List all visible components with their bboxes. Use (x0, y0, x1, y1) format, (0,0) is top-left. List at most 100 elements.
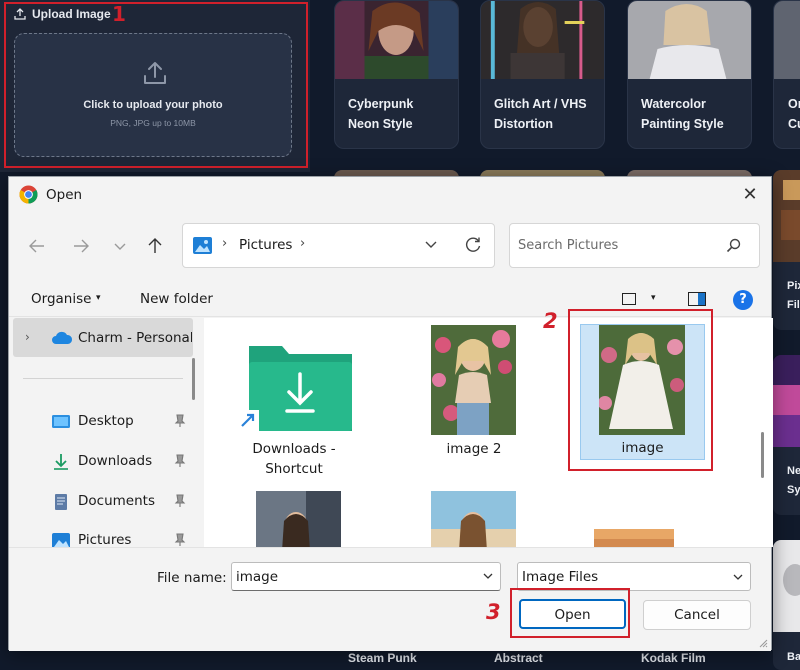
style-card-ba[interactable]: Ba (773, 540, 800, 670)
style-card-label: Ne Sy (787, 465, 800, 496)
arrow-right-icon (74, 239, 89, 253)
view-options-icon[interactable] (622, 293, 636, 305)
sidebar-item-downloads[interactable]: Downloads (49, 450, 189, 474)
sidebar-item-label: Documents (78, 493, 155, 509)
sidebar-divider (23, 378, 183, 379)
style-card-ne[interactable]: Ne Sy (773, 355, 800, 515)
file-type-value: Image Files (522, 569, 599, 585)
sidebar-item-onedrive[interactable]: › Charm - Personal (13, 318, 193, 357)
annotation-step-1: 1 (112, 2, 126, 26)
style-card-glitch-art[interactable]: Glitch Art / VHS Distortion (480, 0, 605, 149)
style-card-label: Watercolor Painting Style (641, 97, 724, 131)
watercolor-thumbnail (628, 1, 751, 79)
desktop-icon (52, 415, 70, 428)
breadcrumb-separator[interactable]: › (300, 236, 305, 251)
forward-button[interactable] (70, 235, 92, 257)
arrow-left-icon (29, 239, 44, 253)
file-type-select[interactable]: Image Files (517, 562, 751, 591)
glitch-art-thumbnail (481, 1, 604, 79)
breadcrumb-separator: › (222, 236, 228, 251)
pin-icon (174, 414, 186, 427)
downloads-icon (54, 454, 68, 470)
documents-icon (55, 494, 67, 510)
style-card-label: PixFil (787, 280, 800, 311)
file-list-scrollbar[interactable] (761, 432, 764, 478)
style-card-pix[interactable]: PixFil (773, 170, 800, 330)
file-thumbnail-row2-1[interactable] (256, 491, 341, 547)
annotation-box-upload (4, 2, 308, 168)
new-folder-button[interactable]: New folder (140, 291, 213, 307)
chevron-down-icon[interactable] (732, 571, 744, 583)
style-card-label: Ba (787, 651, 800, 663)
chevron-right-icon[interactable]: › (25, 330, 30, 344)
chrome-icon (19, 185, 38, 204)
sidebar-item-desktop[interactable]: Desktop (49, 410, 189, 434)
file-item-downloads-shortcut[interactable]: Downloads - Shortcut (229, 326, 359, 477)
style-card-cyberpunk[interactable]: Cyberpunk Neon Style (334, 0, 459, 149)
ba-thumbnail (773, 540, 800, 632)
onedrive-cloud-icon (52, 331, 73, 344)
chevron-down-icon (114, 243, 126, 250)
style-card-partial[interactable]: OrCu (773, 0, 800, 149)
navigation-bar: › Pictures › Search Pictures (9, 223, 771, 269)
cyberpunk-thumbnail (335, 1, 458, 79)
sidebar-item-label: Charm - Personal (78, 330, 192, 346)
chevron-down-icon[interactable] (482, 570, 494, 582)
sidebar-item-label: Downloads (78, 453, 153, 469)
file-name: image 2 (446, 441, 502, 457)
style-card-label: OrCu (788, 97, 800, 131)
search-placeholder: Search Pictures (518, 238, 619, 253)
file-thumbnail-row2-2[interactable] (431, 491, 516, 547)
cancel-button[interactable]: Cancel (643, 600, 751, 630)
style-label-steam-punk: Steam Punk (348, 651, 417, 665)
organise-menu[interactable]: Organise (31, 291, 91, 307)
up-button[interactable] (144, 235, 166, 257)
sidebar-item-label: Desktop (78, 413, 134, 429)
file-item-image-2[interactable]: image 2 (414, 325, 534, 466)
style-card-label: Cyberpunk Neon Style (348, 97, 414, 131)
sidebar-item-label: Pictures (78, 532, 132, 548)
navigation-pane: › Charm - Personal Desktop Downloads Doc… (9, 318, 197, 549)
dialog-title: Open (46, 187, 83, 203)
partial-thumbnail (774, 1, 800, 79)
style-card-label: Glitch Art / VHS Distortion (494, 97, 587, 131)
resize-grip-icon[interactable] (758, 638, 768, 648)
annotation-step-2: 2 (543, 309, 558, 333)
caret-down-icon[interactable]: ▾ (651, 293, 656, 303)
breadcrumb-pictures[interactable]: Pictures (239, 237, 292, 253)
caret-down-icon[interactable]: ▾ (96, 293, 101, 303)
refresh-icon[interactable] (464, 236, 482, 254)
search-box[interactable]: Search Pictures (509, 223, 760, 268)
arrow-up-icon (148, 238, 162, 253)
folder-shortcut-icon (237, 346, 352, 431)
annotation-step-3: 3 (486, 600, 501, 624)
sidebar-scrollbar[interactable] (192, 358, 195, 400)
help-icon[interactable]: ? (733, 290, 753, 310)
sidebar-item-documents[interactable]: Documents (49, 490, 189, 514)
preview-pane-icon[interactable] (688, 292, 706, 306)
back-button[interactable] (26, 235, 48, 257)
recent-locations-button[interactable] (109, 235, 131, 257)
file-name-input[interactable] (232, 563, 472, 590)
style-card-watercolor[interactable]: Watercolor Painting Style (627, 0, 752, 149)
dialog-footer: File name: Image Files Open Cancel (9, 547, 771, 651)
file-name-label: File name: (157, 570, 227, 586)
pin-icon (174, 494, 186, 507)
dialog-titlebar[interactable]: Open ✕ (9, 177, 771, 213)
address-bar[interactable]: › Pictures › (182, 223, 495, 268)
style-label-abstract: Abstract (494, 651, 543, 665)
pin-icon (174, 454, 186, 467)
annotation-box-open (510, 588, 630, 638)
file-thumbnail-row2-3[interactable] (594, 529, 674, 547)
pictures-folder-icon (193, 237, 212, 254)
file-name: Downloads - Shortcut (252, 441, 336, 477)
annotation-box-image (568, 309, 713, 471)
image-2-thumbnail (431, 325, 516, 435)
address-dropdown-icon[interactable] (424, 238, 438, 252)
ne-thumbnail (773, 355, 800, 447)
search-icon (726, 238, 741, 253)
style-label-kodak-film: Kodak Film (641, 651, 706, 665)
file-name-combobox[interactable] (231, 562, 501, 591)
close-icon[interactable]: ✕ (739, 184, 761, 206)
pin-icon (174, 533, 186, 546)
